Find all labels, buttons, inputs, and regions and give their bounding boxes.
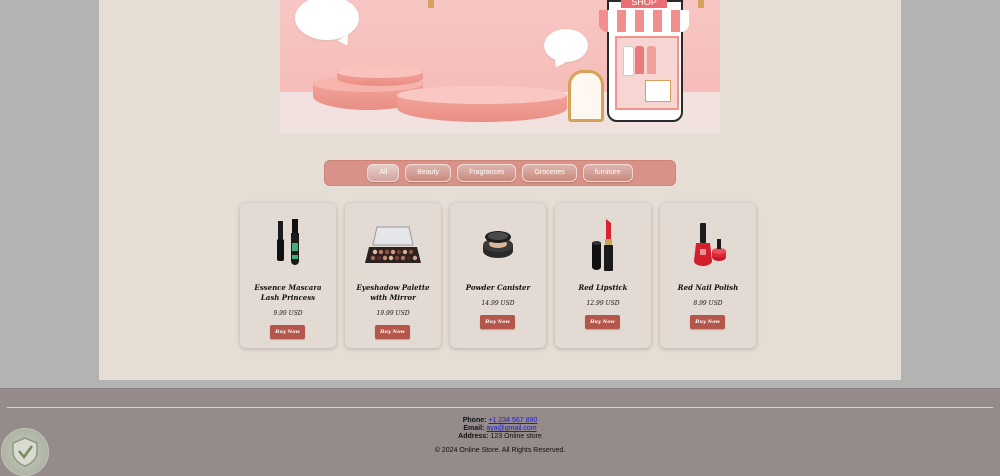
mascara-icon: [277, 219, 299, 265]
dress-icon: [647, 46, 656, 74]
copyright-text: © 2024 Online Store. All Rights Reserved…: [434, 447, 566, 454]
filter-fragrances-button[interactable]: Fragrances: [457, 164, 517, 182]
hanging-lamp-icon: [698, 0, 704, 8]
phone-label: Phone:: [462, 417, 487, 424]
product-grid: Essence Mascara Lash Princess 9.99 USD B…: [240, 203, 756, 348]
product-card: Powder Canister 14.99 USD Buy Now: [450, 203, 546, 348]
email-label: Email:: [463, 425, 485, 432]
product-name: Powder Canister: [465, 283, 531, 292]
filter-groceries-button[interactable]: Groceries: [522, 164, 577, 182]
lipstick-icon: [592, 219, 613, 271]
product-price: 14.99 USD: [481, 300, 515, 307]
product-price: 12.99 USD: [586, 300, 620, 307]
phone-shop-icon: SHOP: [599, 0, 689, 122]
product-price: 19.99 USD: [376, 310, 410, 317]
product-name: Eyeshadow Palette with Mirror: [356, 283, 430, 302]
awning: [599, 10, 689, 32]
product-name: Red Lipstick: [578, 283, 628, 292]
product-name: Essence Mascara Lash Princess: [254, 283, 322, 302]
product-card: Eyeshadow Palette with Mirror 19.99 USD …: [345, 203, 441, 348]
product-card: Essence Mascara Lash Princess 9.99 USD B…: [240, 203, 336, 348]
address-label: Address:: [458, 433, 489, 440]
podium-top: [337, 66, 423, 78]
shop-sign: SHOP: [621, 0, 667, 8]
category-filter-bar: All Beauty Fragrances Groceries furnitur…: [324, 160, 676, 186]
shopping-bag-icon: [645, 80, 671, 102]
filter-all-button[interactable]: All: [367, 164, 400, 182]
dress-icon: [623, 46, 634, 76]
shield-logo-icon: [1, 428, 49, 476]
hanging-lamp-icon: [428, 0, 434, 8]
filter-furniture-button[interactable]: furniture: [582, 164, 633, 182]
buy-now-button[interactable]: Buy Now: [585, 315, 620, 329]
address-text: 123 Online store: [490, 433, 542, 440]
buy-now-button[interactable]: Buy Now: [480, 315, 515, 329]
podium-top: [397, 86, 567, 104]
speech-bubble-icon: [295, 0, 359, 40]
hero-banner-image: SHOP: [280, 0, 720, 133]
footer-divider: [7, 407, 993, 408]
powder-canister-icon: [483, 231, 513, 258]
easel-sign-icon: [568, 70, 604, 122]
eyeshadow-palette-icon: [365, 226, 421, 263]
buy-now-button[interactable]: Buy Now: [270, 325, 305, 339]
product-name: Red Nail Polish: [677, 283, 739, 292]
product-card: Red Nail Polish 8.99 USD Buy Now: [660, 203, 756, 348]
main-content: SHOP All Beauty Fragrances Groceries fur…: [99, 0, 901, 380]
email-link[interactable]: aya@gmail.com: [486, 425, 536, 432]
footer: Phone: +1 234 567 890 Email: aya@gmail.c…: [0, 388, 1000, 476]
shop-window: [615, 36, 679, 110]
contact-info: Phone: +1 234 567 890 Email: aya@gmail.c…: [0, 417, 1000, 441]
filter-beauty-button[interactable]: Beauty: [405, 164, 452, 182]
buy-now-button[interactable]: Buy Now: [690, 315, 725, 329]
dress-icon: [635, 46, 644, 74]
buy-now-button[interactable]: Buy Now: [375, 325, 410, 339]
speech-bubble-icon: [544, 29, 588, 62]
nail-polish-icon: [694, 223, 726, 266]
product-price: 9.99 USD: [273, 310, 303, 317]
product-price: 8.99 USD: [693, 300, 723, 307]
product-card: Red Lipstick 12.99 USD Buy Now: [555, 203, 651, 348]
phone-link[interactable]: +1 234 567 890: [488, 417, 537, 424]
